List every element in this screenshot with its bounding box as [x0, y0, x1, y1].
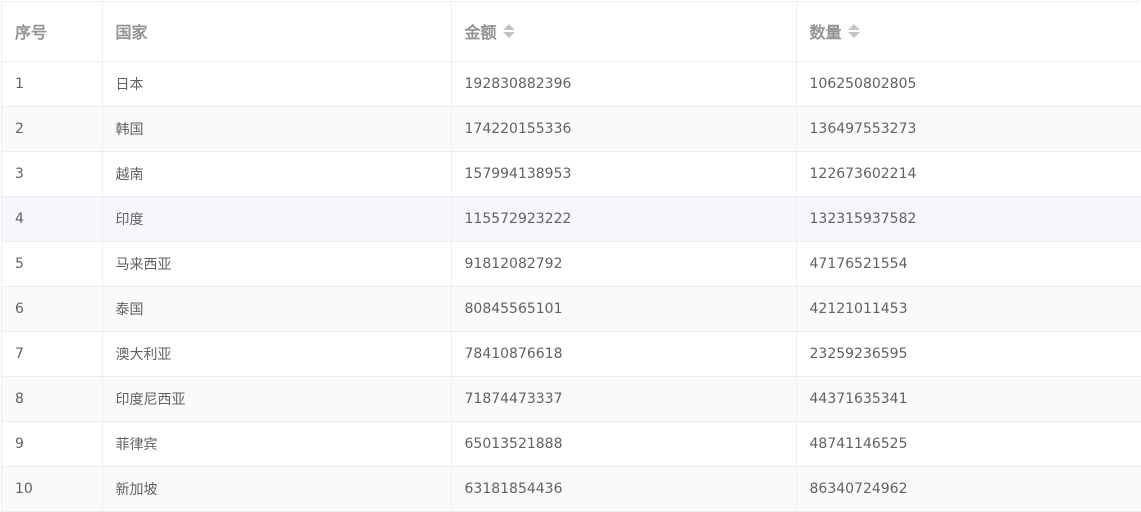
- column-header-label: 国家: [115, 23, 148, 43]
- table-header: 序号 国家 金额 数量: [2, 2, 1141, 62]
- cell-quantity: 48741146525: [796, 421, 1141, 467]
- country-table: 序号 国家 金额 数量 1 日本 192830882396 1062508028…: [2, 2, 1141, 512]
- cell-quantity: 106250802805: [796, 61, 1141, 107]
- cell-amount: 80845565101: [451, 286, 797, 332]
- cell-index: 1: [2, 61, 103, 107]
- cell-index: 2: [2, 106, 103, 152]
- cell-country: 印度尼西亚: [102, 376, 452, 422]
- cell-country: 日本: [102, 61, 452, 107]
- cell-amount: 65013521888: [451, 421, 797, 467]
- table-row[interactable]: 7 澳大利亚 78410876618 23259236595: [2, 331, 1141, 377]
- cell-country: 越南: [102, 151, 452, 197]
- table-row[interactable]: 4 印度 115572923222 132315937582: [2, 196, 1141, 242]
- cell-index: 9: [2, 421, 103, 467]
- cell-amount: 71874473337: [451, 376, 797, 422]
- data-table: 序号 国家 金额 数量 1 日本 192830882396 1062508028…: [1, 1, 1141, 512]
- cell-country: 新加坡: [102, 466, 452, 512]
- cell-index: 7: [2, 331, 103, 377]
- sort-caret-icon[interactable]: [847, 22, 860, 40]
- cell-quantity: 136497553273: [796, 106, 1141, 152]
- cell-index: 3: [2, 151, 103, 197]
- table-row[interactable]: 9 菲律宾 65013521888 48741146525: [2, 421, 1141, 467]
- sort-ascending-icon[interactable]: [847, 24, 860, 31]
- cell-amount: 192830882396: [451, 61, 797, 107]
- table-body: 1 日本 192830882396 106250802805 2 韩国 1742…: [2, 61, 1141, 512]
- cell-country: 印度: [102, 196, 452, 242]
- cell-amount: 115572923222: [451, 196, 797, 242]
- table-row[interactable]: 2 韩国 174220155336 136497553273: [2, 106, 1141, 152]
- cell-index: 10: [2, 466, 103, 512]
- cell-index: 5: [2, 241, 103, 287]
- column-header-amount[interactable]: 金额: [451, 2, 797, 62]
- column-header-country: 国家: [102, 2, 452, 62]
- cell-country: 泰国: [102, 286, 452, 332]
- column-header-label: 金额: [464, 23, 497, 43]
- cell-country: 菲律宾: [102, 421, 452, 467]
- cell-quantity: 122673602214: [796, 151, 1141, 197]
- sort-descending-icon[interactable]: [502, 32, 515, 39]
- table-row[interactable]: 10 新加坡 63181854436 86340724962: [2, 466, 1141, 512]
- sort-ascending-icon[interactable]: [502, 24, 515, 31]
- cell-amount: 91812082792: [451, 241, 797, 287]
- sort-descending-icon[interactable]: [847, 32, 860, 39]
- cell-index: 8: [2, 376, 103, 422]
- column-header-label: 序号: [15, 23, 48, 43]
- cell-quantity: 86340724962: [796, 466, 1141, 512]
- cell-index: 4: [2, 196, 103, 242]
- column-header-quantity[interactable]: 数量: [796, 2, 1141, 62]
- cell-index: 6: [2, 286, 103, 332]
- cell-country: 澳大利亚: [102, 331, 452, 377]
- header-row: 序号 国家 金额 数量: [2, 2, 1141, 62]
- table-row[interactable]: 1 日本 192830882396 106250802805: [2, 61, 1141, 107]
- cell-quantity: 42121011453: [796, 286, 1141, 332]
- table-row[interactable]: 5 马来西亚 91812082792 47176521554: [2, 241, 1141, 287]
- cell-country: 马来西亚: [102, 241, 452, 287]
- table-row[interactable]: 8 印度尼西亚 71874473337 44371635341: [2, 376, 1141, 422]
- column-header-label: 数量: [809, 23, 842, 43]
- cell-amount: 63181854436: [451, 466, 797, 512]
- cell-country: 韩国: [102, 106, 452, 152]
- cell-quantity: 47176521554: [796, 241, 1141, 287]
- table-row[interactable]: 3 越南 157994138953 122673602214: [2, 151, 1141, 197]
- table-row[interactable]: 6 泰国 80845565101 42121011453: [2, 286, 1141, 332]
- cell-quantity: 132315937582: [796, 196, 1141, 242]
- cell-quantity: 44371635341: [796, 376, 1141, 422]
- sort-caret-icon[interactable]: [502, 22, 515, 40]
- cell-quantity: 23259236595: [796, 331, 1141, 377]
- column-header-index: 序号: [2, 2, 103, 62]
- cell-amount: 157994138953: [451, 151, 797, 197]
- cell-amount: 78410876618: [451, 331, 797, 377]
- cell-amount: 174220155336: [451, 106, 797, 152]
